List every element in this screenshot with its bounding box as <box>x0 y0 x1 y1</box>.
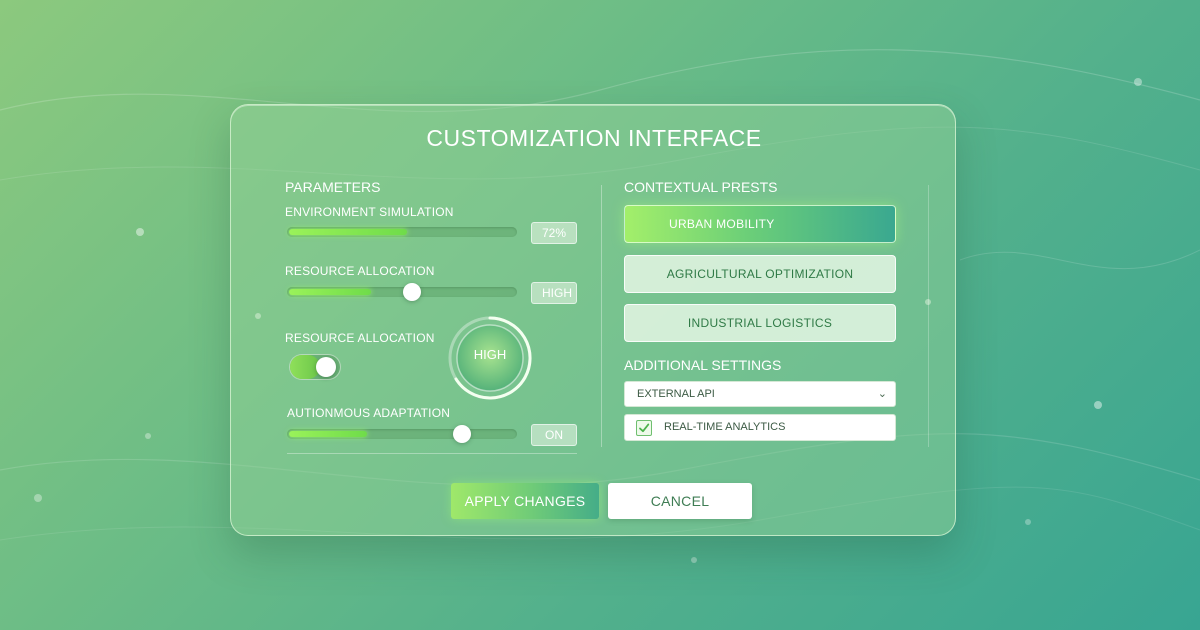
resource-allocation-slider-handle[interactable] <box>403 283 421 301</box>
customization-panel: CUSTOMIZATION INTERFACE PARAMETERS ENVIR… <box>230 104 956 536</box>
real-time-analytics-checkbox[interactable] <box>636 420 652 436</box>
resource-allocation-value: HIGH <box>531 282 577 304</box>
api-select[interactable]: EXTERNAL API ⌄ <box>624 381 896 407</box>
chevron-down-icon: ⌄ <box>877 388 887 400</box>
column-divider <box>601 185 602 447</box>
autonomous-adaptation-fill <box>289 431 367 437</box>
cancel-button[interactable]: CANCEL <box>608 483 752 519</box>
right-column-edge <box>928 185 929 447</box>
environment-simulation-label: ENVIRONMENT SIMULATION <box>285 205 454 219</box>
parameters-heading: PARAMETERS <box>285 179 381 195</box>
resource-allocation-dial[interactable]: HIGH <box>445 313 535 403</box>
apply-changes-button[interactable]: APPLY CHANGES <box>451 483 599 519</box>
presets-heading: CONTEXTUAL PRESTS <box>624 179 778 195</box>
resource-allocation-slider[interactable] <box>287 287 517 297</box>
resource-allocation-fill <box>289 289 371 295</box>
dial-value: HIGH <box>473 347 507 362</box>
environment-simulation-slider[interactable] <box>287 227 517 237</box>
toggle-knob <box>316 357 336 377</box>
checkmark-icon <box>639 423 650 433</box>
environment-simulation-value: 72% <box>531 222 577 244</box>
additional-settings-heading: ADDITIONAL SETTINGS <box>624 357 782 373</box>
preset-industrial-logistics[interactable]: INDUSTRIAL LOGISTICS <box>624 304 896 342</box>
autonomous-adaptation-slider[interactable] <box>287 429 517 439</box>
parameters-bottom-divider <box>287 453 577 454</box>
api-select-value: EXTERNAL API <box>637 388 715 400</box>
resource-allocation-toggle-label: RESOURCE ALLOCATION <box>285 331 435 345</box>
preset-agricultural-optimization[interactable]: AGRICULTURAL OPTIMIZATION <box>624 255 896 293</box>
autonomous-adaptation-slider-handle[interactable] <box>453 425 471 443</box>
resource-allocation-slider-label: RESOURCE ALLOCATION <box>285 264 435 278</box>
environment-simulation-fill <box>289 229 407 235</box>
resource-allocation-toggle[interactable] <box>289 354 341 380</box>
autonomous-adaptation-label: AUTIONMOUS ADAPTATION <box>287 406 451 420</box>
preset-urban-mobility[interactable]: URBAN MOBILITY <box>624 205 896 243</box>
autonomous-adaptation-value: ON <box>531 424 577 446</box>
real-time-analytics-label: REAL-TIME ANALYTICS <box>664 421 786 433</box>
panel-title: CUSTOMIZATION INTERFACE <box>426 125 762 151</box>
real-time-analytics-row[interactable]: REAL-TIME ANALYTICS <box>624 414 896 441</box>
